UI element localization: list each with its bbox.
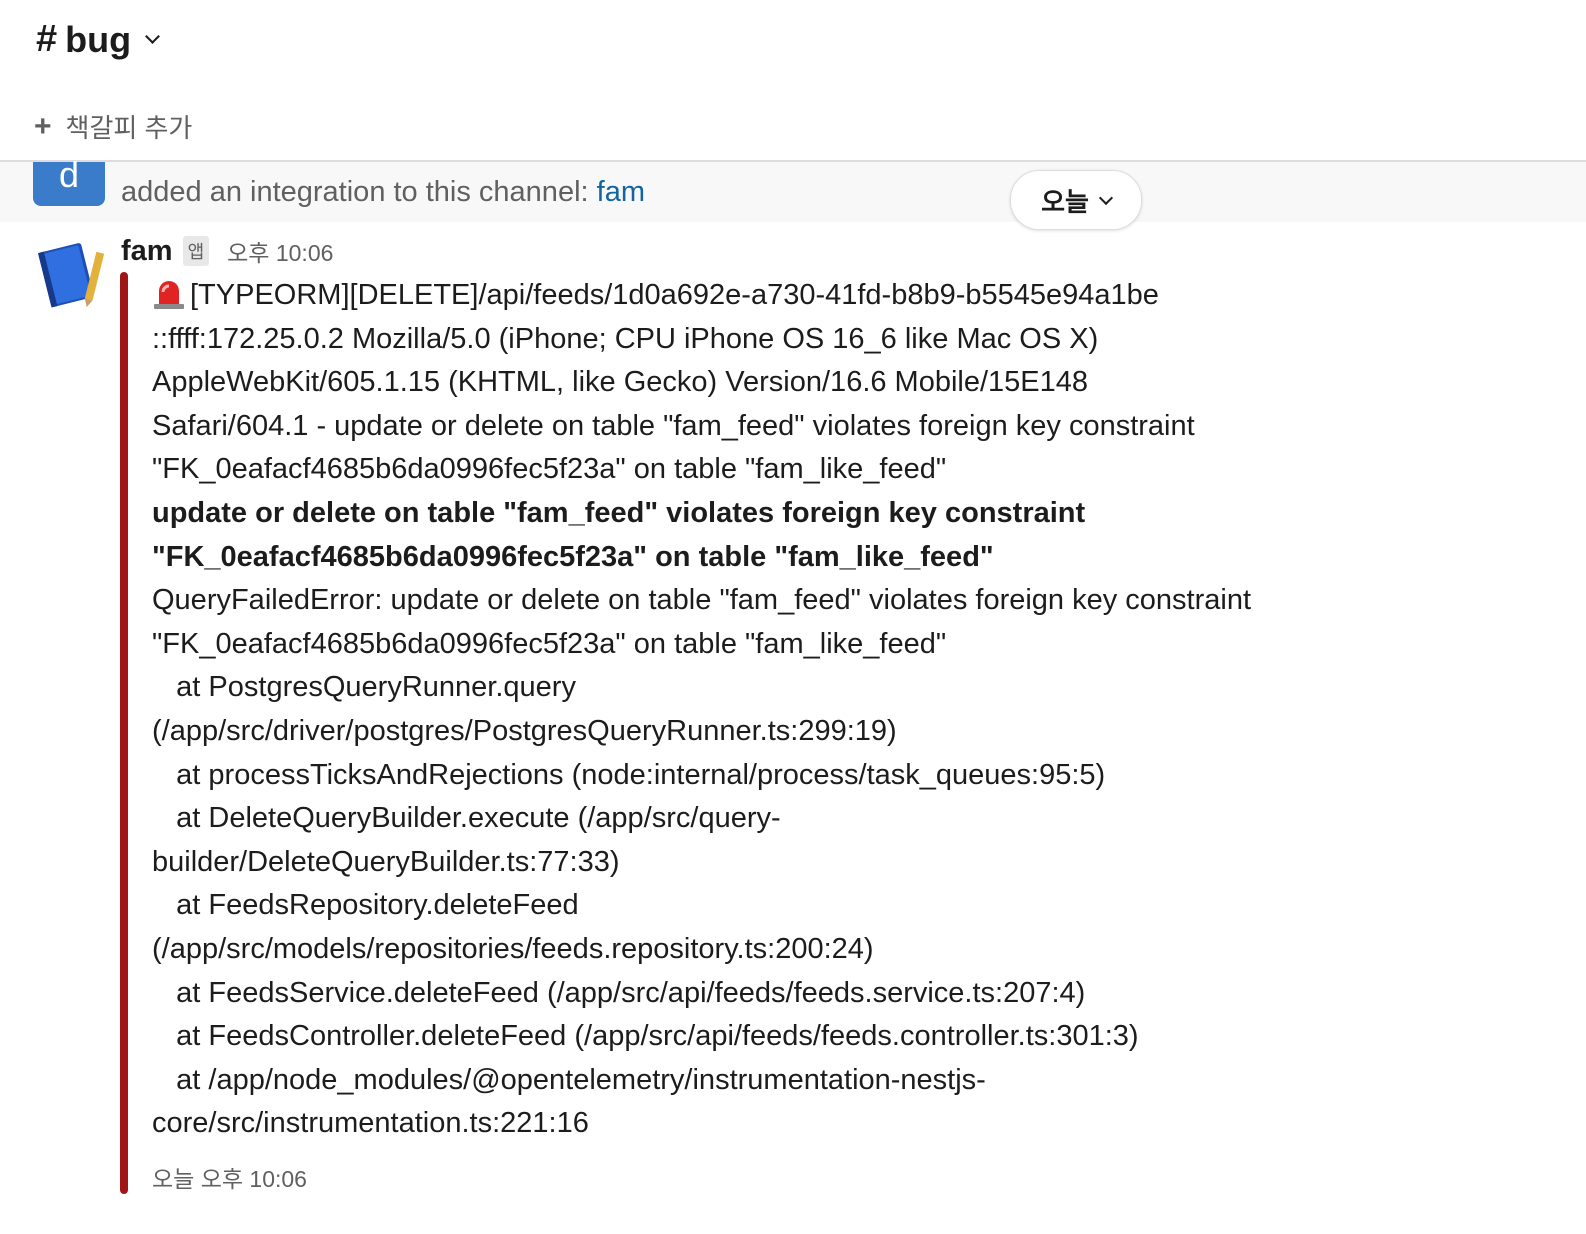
message-line-bold: update or delete on table "fam_feed" vio…	[152, 496, 1086, 529]
message-line: at /app/node_modules/@opentelemetry/inst…	[152, 1063, 986, 1096]
app-avatar-icon[interactable]	[34, 238, 106, 310]
channel-title-button[interactable]: # bug	[36, 18, 161, 61]
attachment-footer-timestamp: 오늘 오후 10:06	[152, 1166, 307, 1192]
avatar[interactable]: d	[33, 157, 105, 206]
message-line: at FeedsService.deleteFeed (/app/src/api…	[152, 976, 1086, 1009]
date-label: 오늘	[1041, 186, 1089, 217]
sender-name[interactable]: fam	[121, 235, 173, 268]
message-line: ::ffff:172.25.0.2 Mozilla/5.0 (iPhone; C…	[152, 322, 1099, 355]
previous-message-text: added an integration to this channel: fa…	[121, 176, 645, 209]
message-line: AppleWebKit/605.1.15 (KHTML, like Gecko)…	[152, 366, 1089, 399]
message-line: "FK_0eafacf4685b6da0996fec5f23a" on tabl…	[152, 627, 947, 660]
integration-text: added an integration to this channel:	[121, 176, 597, 208]
attachment-body: [TYPEORM][DELETE]/api/feeds/1d0a692e-a73…	[152, 274, 1352, 1146]
avatar-letter: d	[58, 154, 80, 195]
channel-name: bug	[65, 18, 132, 60]
siren-icon	[154, 281, 184, 309]
message-line: "FK_0eafacf4685b6da0996fec5f23a" on tabl…	[152, 453, 947, 486]
message-line: core/src/instrumentation.ts:221:16	[152, 1107, 589, 1140]
hash-icon: #	[36, 18, 58, 60]
app-badge: 앱	[182, 236, 210, 266]
date-divider-button[interactable]: 오늘	[1010, 170, 1142, 230]
message-header: fam 앱 오후 10:06	[121, 234, 333, 268]
message-line: at DeleteQueryBuilder.execute (/app/src/…	[152, 802, 781, 835]
message-line: at FeedsRepository.deleteFeed	[152, 889, 579, 922]
message-line: (/app/src/driver/postgres/PostgresQueryR…	[152, 714, 897, 747]
chevron-down-icon	[1098, 190, 1113, 206]
plus-icon: +	[34, 109, 52, 143]
add-bookmark-label: 책갈피 추가	[65, 113, 193, 143]
message-line: at FeedsController.deleteFeed (/app/src/…	[152, 1020, 1139, 1053]
message-line: at processTicksAndRejections (node:inter…	[152, 758, 1106, 791]
message-line-text: [TYPEORM][DELETE]/api/feeds/1d0a692e-a73…	[190, 279, 1159, 311]
message-line: Safari/604.1 - update or delete on table…	[152, 409, 1195, 442]
message-line: at PostgresQueryRunner.query	[152, 671, 576, 704]
message-timestamp[interactable]: 오후 10:06	[227, 234, 333, 268]
message-line: builder/DeleteQueryBuilder.ts:77:33)	[152, 845, 620, 878]
channel-header	[0, 0, 1586, 90]
integration-link[interactable]: fam	[597, 176, 645, 208]
message-line-bold: "FK_0eafacf4685b6da0996fec5f23a" on tabl…	[152, 540, 994, 573]
message-line: (/app/src/models/repositories/feeds.repo…	[152, 932, 874, 965]
chevron-down-icon	[145, 29, 161, 44]
message-line: QueryFailedError: update or delete on ta…	[152, 584, 1252, 617]
message-line: [TYPEORM][DELETE]/api/feeds/1d0a692e-a73…	[152, 274, 1352, 318]
add-bookmark-button[interactable]: + 책갈피 추가	[34, 108, 192, 145]
bookmark-bar	[0, 92, 1586, 160]
attachment-accent-bar	[120, 272, 128, 1194]
